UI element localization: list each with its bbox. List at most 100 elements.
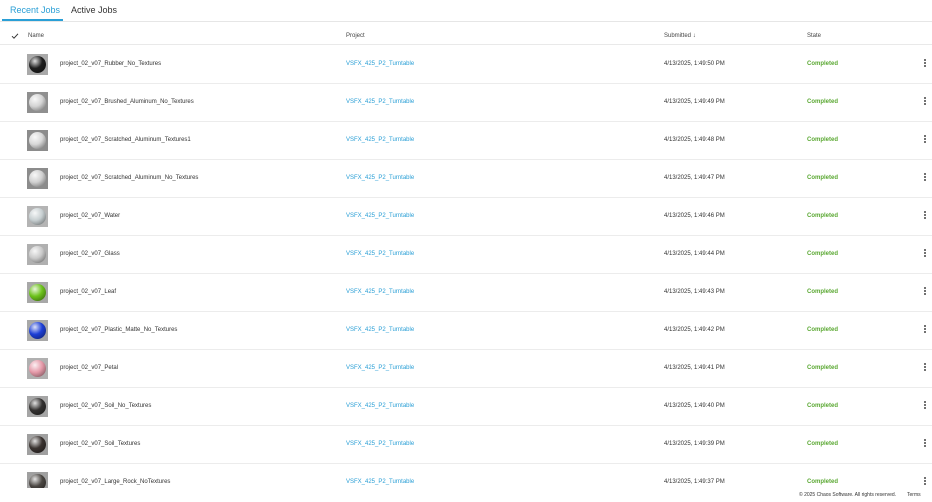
status-badge: Completed	[807, 441, 839, 447]
status-badge: Completed	[807, 403, 839, 409]
more-options-icon[interactable]	[920, 476, 930, 488]
status-badge: Completed	[807, 175, 839, 181]
material-thumbnail	[27, 396, 48, 417]
material-sphere-icon	[29, 398, 46, 415]
submitted-time: 4/13/2025, 1:49:48 PM	[664, 137, 725, 143]
copyright-text: © 2025 Chaos Software. All rights reserv…	[799, 492, 897, 498]
status-badge: Completed	[807, 479, 839, 485]
tab-recent-jobs[interactable]: Recent Jobs	[10, 5, 60, 15]
column-header-submitted[interactable]: Submitted ↓	[664, 33, 696, 39]
column-header-name[interactable]: Name	[28, 33, 44, 39]
material-thumbnail	[27, 92, 48, 113]
table-row[interactable]: project_02_v07_Plastic_Matte_No_Textures…	[0, 311, 932, 350]
select-all-checkmark-icon[interactable]	[11, 32, 19, 40]
table-row[interactable]: project_02_v07_Soil_Textures VSFX_425_P2_…	[0, 425, 932, 464]
table-row[interactable]: project_02_v07_Glass VSFX_425_P2_Turntabl…	[0, 235, 932, 274]
more-options-icon[interactable]	[920, 96, 930, 108]
more-options-icon[interactable]	[920, 438, 930, 450]
more-options-icon[interactable]	[920, 210, 930, 222]
terms-link[interactable]: Terms	[907, 492, 921, 498]
material-thumbnail	[27, 282, 48, 303]
active-tab-indicator	[2, 19, 63, 21]
material-sphere-icon	[29, 284, 46, 301]
job-name: project_02_v07_Petal	[60, 365, 119, 371]
more-options-icon[interactable]	[920, 362, 930, 374]
submitted-time: 4/13/2025, 1:49:37 PM	[664, 479, 725, 485]
job-name: project_02_v07_Scratched_Aluminum_No_Tex…	[60, 175, 199, 181]
project-link[interactable]: VSFX_425_P2_Turntable	[346, 61, 414, 67]
tab-active-jobs[interactable]: Active Jobs	[71, 5, 117, 15]
material-thumbnail	[27, 168, 48, 189]
column-header-submitted-label: Submitted	[664, 33, 692, 39]
material-thumbnail	[27, 320, 48, 341]
submitted-time: 4/13/2025, 1:49:47 PM	[664, 175, 725, 181]
project-link[interactable]: VSFX_425_P2_Turntable	[346, 479, 414, 485]
status-badge: Completed	[807, 289, 839, 295]
submitted-time: 4/13/2025, 1:49:42 PM	[664, 327, 725, 333]
more-options-icon[interactable]	[920, 134, 930, 146]
tab-bar: Recent Jobs Active Jobs	[0, 0, 932, 22]
submitted-time: 4/13/2025, 1:49:40 PM	[664, 403, 725, 409]
material-thumbnail	[27, 130, 48, 151]
status-badge: Completed	[807, 213, 839, 219]
job-name: project_02_v07_Plastic_Matte_No_Textures	[60, 327, 178, 333]
project-link[interactable]: VSFX_425_P2_Turntable	[346, 403, 414, 409]
submitted-time: 4/13/2025, 1:49:44 PM	[664, 251, 725, 257]
project-link[interactable]: VSFX_425_P2_Turntable	[346, 327, 414, 333]
project-link[interactable]: VSFX_425_P2_Turntable	[346, 251, 414, 257]
more-options-icon[interactable]	[920, 324, 930, 336]
material-thumbnail	[27, 434, 48, 455]
table-row[interactable]: project_02_v07_Scratched_Aluminum_Textur…	[0, 121, 932, 160]
status-badge: Completed	[807, 365, 839, 371]
material-sphere-icon	[29, 94, 46, 111]
job-name: project_02_v07_Leaf	[60, 289, 117, 295]
footer: © 2025 Chaos Software. All rights reserv…	[0, 488, 932, 502]
more-options-icon[interactable]	[920, 58, 930, 70]
submitted-time: 4/13/2025, 1:49:49 PM	[664, 99, 725, 105]
material-thumbnail	[27, 206, 48, 227]
material-sphere-icon	[29, 208, 46, 225]
material-sphere-icon	[29, 360, 46, 377]
job-name: project_02_v07_Scratched_Aluminum_Textur…	[60, 137, 191, 143]
more-options-icon[interactable]	[920, 286, 930, 298]
job-name: project_02_v07_Rubber_No_Textures	[60, 61, 162, 67]
material-thumbnail	[27, 244, 48, 265]
material-sphere-icon	[29, 436, 46, 453]
more-options-icon[interactable]	[920, 400, 930, 412]
project-link[interactable]: VSFX_425_P2_Turntable	[346, 289, 414, 295]
material-thumbnail	[27, 358, 48, 379]
table-row[interactable]: project_02_v07_Scratched_Aluminum_No_Tex…	[0, 159, 932, 198]
more-options-icon[interactable]	[920, 172, 930, 184]
job-name: project_02_v07_Water	[60, 213, 121, 219]
more-options-icon[interactable]	[920, 248, 930, 260]
status-badge: Completed	[807, 251, 839, 257]
project-link[interactable]: VSFX_425_P2_Turntable	[346, 365, 414, 371]
project-link[interactable]: VSFX_425_P2_Turntable	[346, 99, 414, 105]
status-badge: Completed	[807, 61, 839, 67]
column-header-project[interactable]: Project	[346, 33, 365, 39]
project-link[interactable]: VSFX_425_P2_Turntable	[346, 441, 414, 447]
job-name: project_02_v07_Soil_No_Textures	[60, 403, 152, 409]
table-row[interactable]: project_02_v07_Soil_No_Textures VSFX_425_…	[0, 387, 932, 426]
material-sphere-icon	[29, 56, 46, 73]
job-name: project_02_v07_Large_Rock_NoTextures	[60, 479, 171, 485]
table-row[interactable]: project_02_v07_Brushed_Aluminum_No_Textu…	[0, 83, 932, 122]
project-link[interactable]: VSFX_425_P2_Turntable	[346, 137, 414, 143]
material-sphere-icon	[29, 322, 46, 339]
table-row[interactable]: project_02_v07_Leaf VSFX_425_P2_Turntable…	[0, 273, 932, 312]
submitted-time: 4/13/2025, 1:49:46 PM	[664, 213, 725, 219]
submitted-time: 4/13/2025, 1:49:41 PM	[664, 365, 725, 371]
status-badge: Completed	[807, 327, 839, 333]
table-row[interactable]: project_02_v07_Water VSFX_425_P2_Turntabl…	[0, 197, 932, 236]
table-header: Name Project Submitted ↓ State	[0, 30, 932, 45]
project-link[interactable]: VSFX_425_P2_Turntable	[346, 175, 414, 181]
table-row[interactable]: project_02_v07_Rubber_No_Textures VSFX_42…	[0, 45, 932, 84]
project-link[interactable]: VSFX_425_P2_Turntable	[346, 213, 414, 219]
status-badge: Completed	[807, 137, 839, 143]
sort-descending-icon: ↓	[692, 33, 696, 39]
submitted-time: 4/13/2025, 1:49:43 PM	[664, 289, 725, 295]
column-header-state[interactable]: State	[807, 33, 821, 39]
submitted-time: 4/13/2025, 1:49:50 PM	[664, 61, 725, 67]
table-row[interactable]: project_02_v07_Petal VSFX_425_P2_Turntabl…	[0, 349, 932, 388]
job-name: project_02_v07_Brushed_Aluminum_No_Textu…	[60, 99, 194, 105]
